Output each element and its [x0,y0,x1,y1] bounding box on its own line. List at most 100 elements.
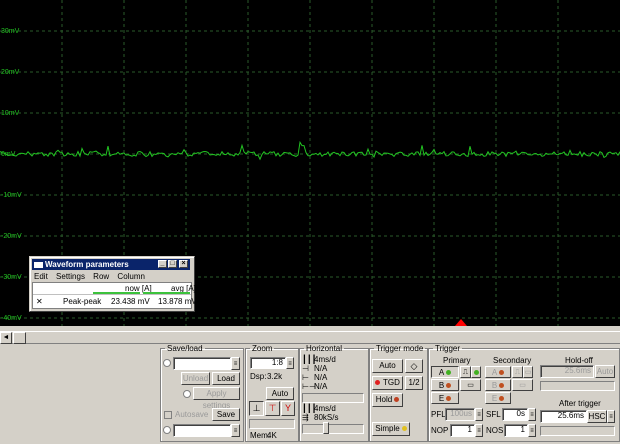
zoom-cursor-y-icon[interactable]: Y [281,401,295,416]
minimize-icon[interactable]: _ [158,260,167,268]
secondary-b-indicator-icon [499,383,505,389]
timebase-slider-thumb[interactable] [323,422,329,434]
timebase-2-value: 4ms/d [314,404,336,413]
primary-b-indicator-icon [446,383,452,389]
zoom-slider[interactable] [249,419,295,429]
holdoff-label: Hold-off [565,356,593,365]
window-icon [34,261,43,268]
hold-button[interactable]: Hold [372,393,403,407]
zoom-title: Zoom [252,344,273,353]
primary-channel-b-label: B [438,381,445,390]
time-scrollbar[interactable]: ◄ [0,331,620,344]
tgd-indicator-icon [375,380,381,386]
primary-e-indicator-icon [446,396,452,402]
secondary-slope-fall-icon[interactable]: ▭ [523,366,533,378]
secondary-channel-a-label: A [491,368,498,377]
window-menubar: Edit Settings Row Column [34,272,151,281]
secondary-e-indicator-icon [499,396,505,402]
mem-value: 4K [267,431,277,440]
secondary-channel-b[interactable]: B [485,379,511,391]
y-axis-label: 20mV [1,69,20,76]
holdoff-field[interactable]: 25.6ms [540,365,594,378]
y-axis-label: 0mV [1,151,16,158]
primary-slope-rise-icon[interactable]: ⎍ [460,366,471,378]
save-file-dropdown-icon[interactable]: ≡ [231,424,240,437]
hsc-button[interactable]: HSC [587,410,607,423]
menu-settings[interactable]: Settings [56,272,85,281]
timebase-slider[interactable] [302,422,364,434]
after-trigger-slider[interactable] [540,426,615,436]
save-radio[interactable] [163,426,171,434]
primary-level-icon[interactable]: ▭ [460,379,481,391]
primary-channel-e[interactable]: E [431,392,459,404]
nos-label: NOS [486,426,504,435]
window-titlebar[interactable]: Waveform parameters _ □ × [32,259,190,270]
scroll-thumb[interactable] [13,332,26,344]
nop-label: NOP [431,426,449,435]
zoom-auto-button[interactable]: Auto [266,387,294,400]
sfl-label: SFL [486,410,501,419]
menu-edit[interactable]: Edit [34,272,48,281]
scroll-left-icon[interactable]: ◄ [0,332,12,344]
holdoff-slider[interactable] [540,381,615,391]
trigger-auto-button[interactable]: Auto [372,359,403,373]
secondary-channel-e[interactable]: E [485,392,511,404]
now-progress [93,292,140,294]
apply-settings-button[interactable]: Apply settings [193,387,240,410]
menu-column[interactable]: Column [117,272,145,281]
load-button[interactable]: Load [212,372,240,385]
trigger-edge-icon[interactable]: ◇ [405,359,423,373]
autosave-checkbox[interactable] [164,411,172,419]
primary-channel-b[interactable]: B [431,379,459,391]
nop-field[interactable]: 1 [450,424,475,437]
pfl-dropdown-icon[interactable]: ≡ [475,408,483,421]
table-row[interactable]: ✕ Peak-peak 23.438 mV 13.878 mV [33,296,197,307]
after-trigger-label: After trigger [559,399,601,408]
simple-button[interactable]: Simple [372,422,410,436]
zoom-ratio-field[interactable]: 1:8 [250,357,286,369]
waveform-parameters-window[interactable]: Waveform parameters _ □ × Edit Settings … [29,256,197,312]
maximize-icon[interactable]: □ [168,260,177,268]
zoom-ratio-dropdown-icon[interactable]: ≡ [286,357,294,369]
pre-trigger-value: N/A [314,364,328,373]
tgd-label: TGD [383,378,400,387]
load-file-field[interactable] [173,357,231,370]
secondary-channel-a[interactable]: A [485,366,511,378]
nos-field[interactable]: 1 [504,424,528,437]
timebase-value: 4ms/d [314,355,336,364]
primary-slope-fall-icon[interactable] [471,366,481,378]
menu-row[interactable]: Row [93,272,109,281]
apply-settings-radio[interactable] [183,390,191,398]
horizontal-scroll[interactable] [302,393,364,403]
unload-button[interactable]: Unload [181,372,210,385]
after-trigger-field[interactable]: 25.6ms [540,410,587,423]
trigger-half-button[interactable]: 1/2 [405,376,423,390]
secondary-slope-rise-icon[interactable]: ⎍ [512,366,523,378]
nos-dropdown-icon[interactable]: ≡ [528,424,536,437]
trigger-position-marker[interactable] [455,319,467,326]
zoom-cursor-a-icon[interactable]: ⊥ [249,401,264,416]
trigger-title: Trigger [435,344,461,353]
close-icon[interactable]: × [179,260,188,268]
sfl-dropdown-icon[interactable]: ≡ [528,408,536,421]
secondary-level-icon[interactable]: ▭ [512,379,533,391]
save-file-field[interactable] [173,424,231,437]
y-axis-label: -20mV [1,233,22,240]
slope-indicator-icon [473,370,479,376]
load-file-dropdown-icon[interactable]: ≡ [231,357,240,370]
primary-channel-a[interactable]: A [431,366,459,378]
y-axis-label: -30mV [1,274,22,281]
pfl-field[interactable]: 100us [445,408,475,421]
primary-channel-e-label: E [438,394,445,403]
trigger-mode-title: Trigger mode [376,344,424,353]
zoom-cursor-b-icon[interactable]: ⊤ [265,401,280,416]
nop-dropdown-icon[interactable]: ≡ [475,424,483,437]
hsc-dropdown-icon[interactable]: ≡ [607,410,615,423]
save-button[interactable]: Save [212,408,240,421]
holdoff-auto-button[interactable]: Auto [595,365,615,378]
tgd-button[interactable]: TGD [372,376,403,390]
row-remove-icon[interactable]: ✕ [36,297,43,306]
load-radio[interactable] [163,359,171,367]
y-axis-label: 30mV [1,28,20,35]
sfl-field[interactable]: 0s [502,408,528,421]
